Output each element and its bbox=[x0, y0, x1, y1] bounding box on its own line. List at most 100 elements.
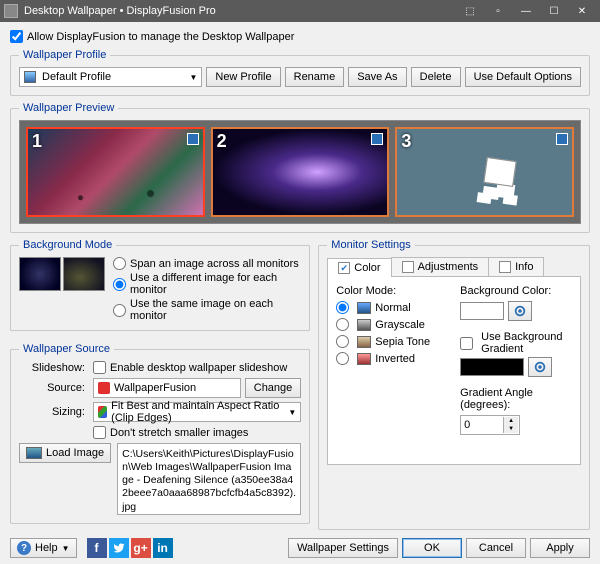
tab-color[interactable]: ✔Color bbox=[327, 258, 391, 277]
allow-manage-checkbox[interactable]: Allow DisplayFusion to manage the Deskto… bbox=[10, 30, 590, 43]
color-mode-normal[interactable]: Normal bbox=[336, 301, 448, 314]
load-image-button[interactable]: Load Image bbox=[19, 443, 111, 463]
chevron-down-icon: ▼ bbox=[62, 544, 70, 553]
tab-adjustments-check-icon bbox=[402, 261, 414, 273]
maximize-icon[interactable]: ☐ bbox=[540, 2, 568, 20]
change-source-button[interactable]: Change bbox=[245, 378, 302, 398]
inverted-mode-icon bbox=[357, 353, 371, 365]
gradient-angle-spinner[interactable]: ▲▼ bbox=[460, 415, 520, 435]
allow-manage-label: Allow DisplayFusion to manage the Deskto… bbox=[27, 31, 294, 43]
monitor-1-badge-icon bbox=[187, 133, 199, 145]
source-value: WallpaperFusion bbox=[114, 382, 196, 394]
tab-color-check-icon: ✔ bbox=[338, 262, 350, 274]
monitor-3-preview[interactable]: 3 bbox=[395, 127, 574, 217]
window-title: Desktop Wallpaper • DisplayFusion Pro bbox=[24, 5, 456, 17]
source-label: Source: bbox=[19, 382, 89, 394]
tab-adjustments[interactable]: Adjustments bbox=[391, 257, 490, 276]
color-mode-grayscale[interactable]: Grayscale bbox=[336, 318, 448, 331]
gradient-angle-label: Gradient Angle (degrees): bbox=[460, 387, 572, 411]
app-icon bbox=[4, 4, 18, 18]
monitor-3-number: 3 bbox=[401, 131, 411, 152]
gradient-picker-button[interactable] bbox=[528, 357, 552, 377]
monitor-2-badge-icon bbox=[371, 133, 383, 145]
save-as-button[interactable]: Save As bbox=[348, 67, 406, 87]
gradient-angle-input[interactable] bbox=[461, 419, 503, 431]
tab-info[interactable]: Info bbox=[488, 257, 544, 276]
preview-container: 1 2 3 bbox=[19, 120, 581, 224]
googleplus-icon[interactable]: g+ bbox=[131, 538, 151, 558]
profile-selected: Default Profile bbox=[42, 71, 111, 83]
wallpaper-profile-group: Wallpaper Profile Default Profile ▼ New … bbox=[10, 49, 590, 96]
sizing-dropdown[interactable]: Fit Best and maintain Aspect Ratio (Clip… bbox=[93, 402, 301, 422]
wallpaper-source-group: Wallpaper Source Slideshow: Enable deskt… bbox=[10, 343, 310, 524]
new-profile-button[interactable]: New Profile bbox=[206, 67, 280, 87]
bgmode-span-radio[interactable]: Span an image across all monitors bbox=[113, 257, 301, 270]
monitor-settings-legend: Monitor Settings bbox=[327, 239, 414, 251]
monitor-1-preview[interactable]: 1 bbox=[26, 127, 205, 217]
profile-icon bbox=[24, 71, 36, 83]
monitor-2-number: 2 bbox=[217, 131, 227, 152]
background-mode-legend: Background Mode bbox=[19, 239, 116, 251]
rename-button[interactable]: Rename bbox=[285, 67, 345, 87]
grayscale-mode-icon bbox=[357, 319, 371, 331]
use-default-button[interactable]: Use Default Options bbox=[465, 67, 581, 87]
eyedropper-icon bbox=[513, 304, 527, 318]
slideshow-checkbox[interactable]: Enable desktop wallpaper slideshow bbox=[93, 361, 301, 374]
source-field: WallpaperFusion bbox=[93, 378, 241, 398]
tab-info-check-icon bbox=[499, 261, 511, 273]
wallpaper-source-legend: Wallpaper Source bbox=[19, 343, 114, 355]
color-picker-button[interactable] bbox=[508, 301, 532, 321]
sizing-label: Sizing: bbox=[19, 406, 89, 418]
close-icon[interactable]: ✕ bbox=[568, 2, 596, 20]
linkedin-icon[interactable]: in bbox=[153, 538, 173, 558]
image-path-textbox[interactable]: C:\Users\Keith\Pictures\DisplayFusion\We… bbox=[117, 443, 301, 515]
wallpaper-preview-group: Wallpaper Preview 1 2 3 bbox=[10, 102, 590, 233]
load-image-icon bbox=[26, 447, 42, 459]
monitor-3-badge-icon bbox=[556, 133, 568, 145]
monitor-settings-group: Monitor Settings ✔Color Adjustments Info… bbox=[318, 239, 590, 530]
dont-stretch-checkbox[interactable]: Don't stretch smaller images bbox=[93, 426, 301, 439]
facebook-icon[interactable]: f bbox=[87, 538, 107, 558]
eyedropper-icon bbox=[533, 360, 547, 374]
twitter-icon[interactable] bbox=[109, 538, 129, 558]
titlebar: Desktop Wallpaper • DisplayFusion Pro ⬚ … bbox=[0, 0, 600, 22]
delete-button[interactable]: Delete bbox=[411, 67, 461, 87]
tab-body: Color Mode: Normal Grayscale Sepia Tone … bbox=[327, 277, 581, 465]
help-button[interactable]: ? Help ▼ bbox=[10, 538, 77, 558]
monitor-1-number: 1 bbox=[32, 131, 42, 152]
monitor-2-preview[interactable]: 2 bbox=[211, 127, 390, 217]
apply-button[interactable]: Apply bbox=[530, 538, 590, 558]
normal-mode-icon bbox=[357, 302, 371, 314]
chevron-down-icon: ▼ bbox=[189, 73, 197, 82]
footer: ? Help ▼ f g+ in Wallpaper Settings OK C… bbox=[0, 534, 600, 564]
title-action-1-icon[interactable]: ⬚ bbox=[456, 2, 484, 20]
use-gradient-checkbox[interactable]: Use Background Gradient bbox=[460, 331, 572, 355]
sepia-mode-icon bbox=[357, 336, 371, 348]
profile-dropdown[interactable]: Default Profile ▼ bbox=[19, 67, 202, 87]
color-mode-inverted[interactable]: Inverted bbox=[336, 352, 448, 365]
bg-color-label: Background Color: bbox=[460, 285, 572, 297]
wallpaper-settings-button[interactable]: Wallpaper Settings bbox=[288, 538, 398, 558]
bgmode-diff-radio[interactable]: Use a different image for each monitor bbox=[113, 272, 301, 296]
slideshow-label: Slideshow: bbox=[19, 362, 89, 374]
bgmode-thumbnails bbox=[19, 257, 105, 322]
allow-manage-input[interactable] bbox=[10, 30, 23, 43]
help-icon: ? bbox=[17, 541, 31, 555]
sizing-badge-icon bbox=[98, 406, 107, 418]
sizing-value: Fit Best and maintain Aspect Ratio (Clip… bbox=[111, 400, 288, 424]
wallpaper-profile-legend: Wallpaper Profile bbox=[19, 49, 110, 61]
gradient-color-swatch[interactable] bbox=[460, 358, 524, 376]
wallpaper-preview-legend: Wallpaper Preview bbox=[19, 102, 118, 114]
ok-button[interactable]: OK bbox=[402, 538, 462, 558]
title-action-2-icon[interactable]: ▫ bbox=[484, 2, 512, 20]
bg-color-swatch[interactable] bbox=[460, 302, 504, 320]
source-badge-icon bbox=[98, 382, 110, 394]
minimize-icon[interactable]: — bbox=[512, 2, 540, 20]
spinner-down-icon[interactable]: ▼ bbox=[504, 425, 518, 433]
bgmode-same-radio[interactable]: Use the same image on each monitor bbox=[113, 298, 301, 322]
color-mode-sepia[interactable]: Sepia Tone bbox=[336, 335, 448, 348]
spinner-up-icon[interactable]: ▲ bbox=[504, 417, 518, 425]
background-mode-group: Background Mode Span an image across all… bbox=[10, 239, 310, 331]
cancel-button[interactable]: Cancel bbox=[466, 538, 526, 558]
color-mode-label: Color Mode: bbox=[336, 285, 448, 297]
